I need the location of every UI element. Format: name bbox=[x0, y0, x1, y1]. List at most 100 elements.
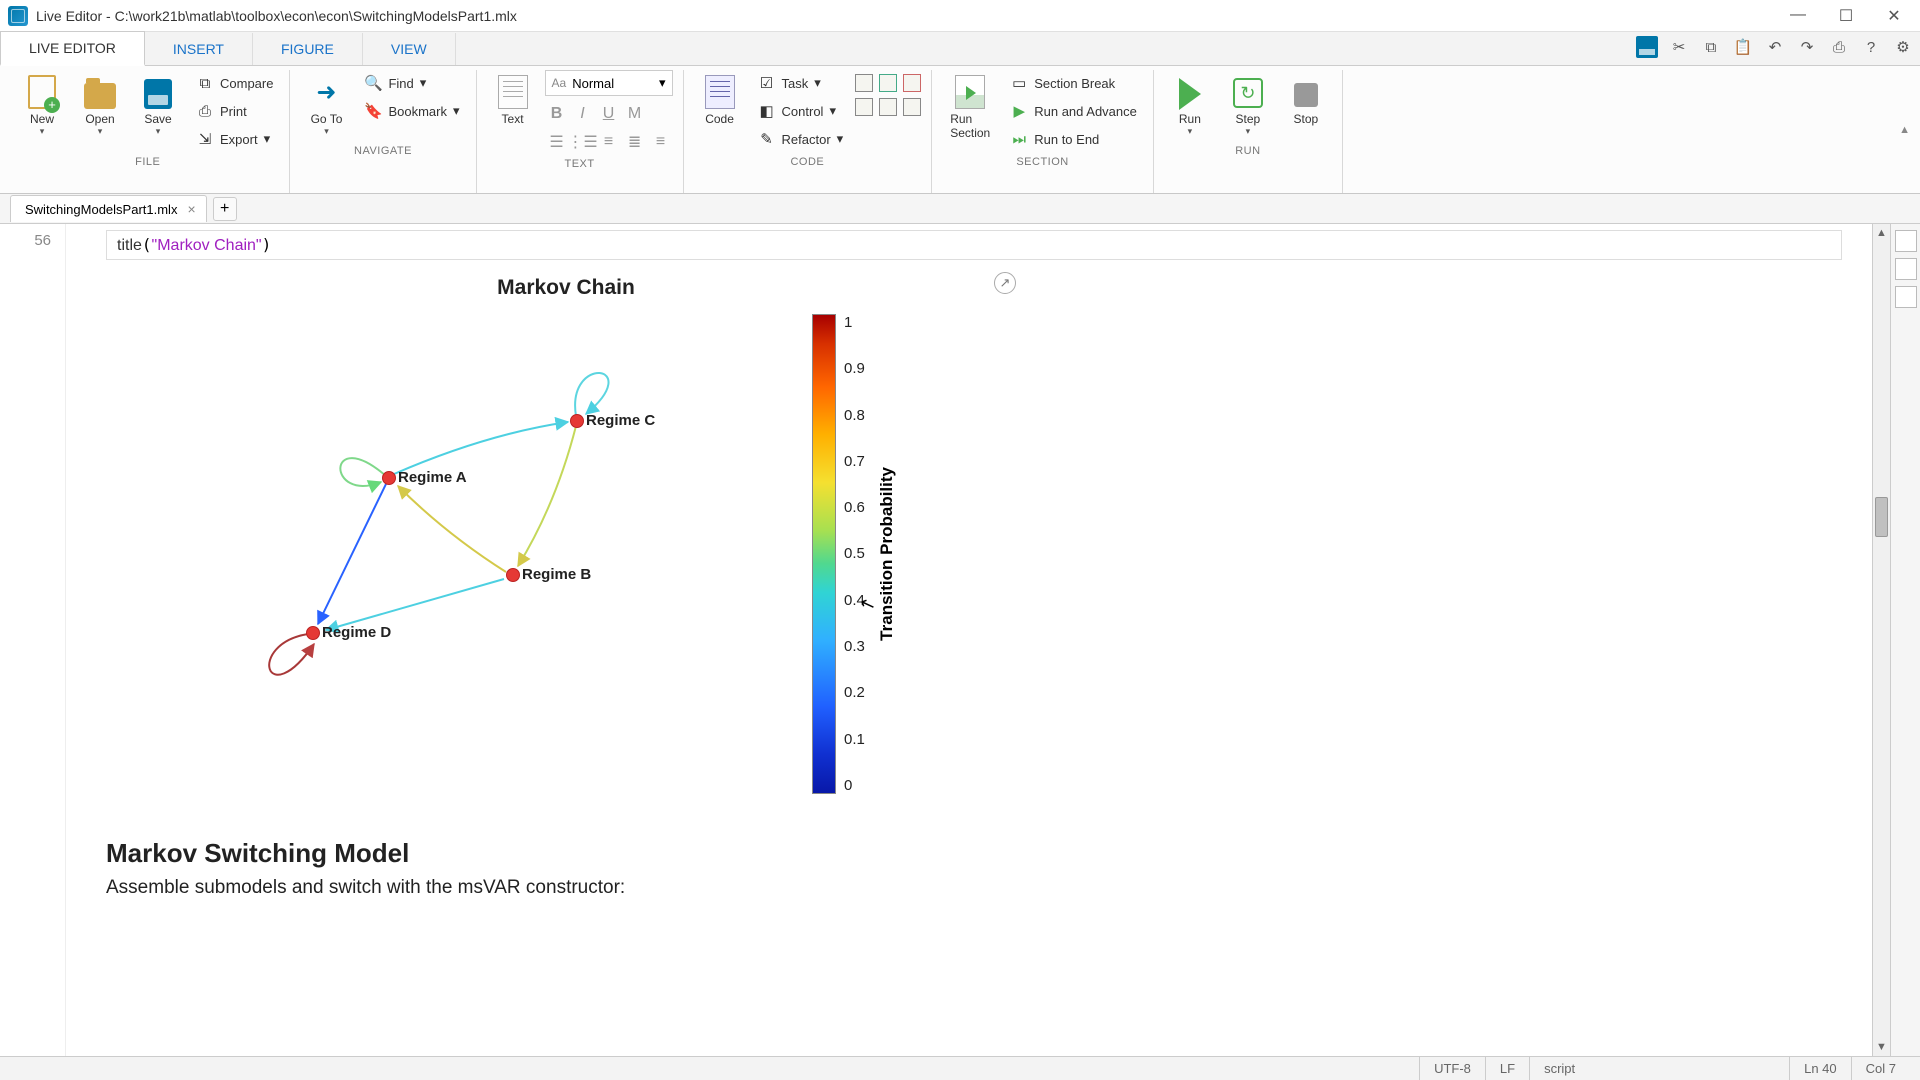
code-tool-4[interactable] bbox=[855, 98, 873, 116]
node-regime-a: Regime A bbox=[382, 469, 467, 486]
run-to-end-button[interactable]: ⏭Run to End bbox=[1004, 126, 1143, 152]
code-cell[interactable]: title("Markov Chain") bbox=[106, 230, 1842, 260]
align-left-button[interactable]: ≡ bbox=[597, 130, 621, 154]
align-center-button[interactable]: ≣ bbox=[623, 130, 647, 154]
section-break-button[interactable]: ▭Section Break bbox=[1004, 70, 1143, 96]
status-bar: UTF-8 LF script Ln 40 Col 7 bbox=[0, 1056, 1920, 1080]
refactor-button[interactable]: ✎Refactor ▾ bbox=[752, 126, 850, 152]
status-encoding[interactable]: UTF-8 bbox=[1419, 1057, 1485, 1080]
goto-button[interactable]: ➜Go To▾ bbox=[300, 70, 352, 141]
list-ol-button[interactable]: ⋮☰ bbox=[571, 130, 595, 154]
window-title: Live Editor - C:\work21b\matlab\toolbox\… bbox=[36, 8, 517, 24]
group-label-code: CODE bbox=[694, 152, 922, 170]
status-filetype[interactable]: script bbox=[1529, 1057, 1789, 1080]
titlebar: Live Editor - C:\work21b\matlab\toolbox\… bbox=[0, 0, 1920, 32]
bookmark-button[interactable]: 🔖Bookmark ▾ bbox=[358, 98, 465, 124]
step-button[interactable]: Step▾ bbox=[1222, 70, 1274, 141]
output-hide-button[interactable] bbox=[1895, 286, 1917, 308]
app-icon bbox=[8, 6, 28, 26]
ribbon-group-text: Text AaNormal▾ B I U M ☰ ⋮☰ ≡ ≣ ≡ TEXT bbox=[477, 70, 684, 193]
right-panel-strip bbox=[1890, 224, 1920, 1056]
code-func: title bbox=[117, 237, 142, 254]
colorbar-gradient bbox=[812, 314, 836, 794]
editor-content[interactable]: title("Markov Chain") ↗ Markov Chain bbox=[66, 224, 1872, 1056]
file-tab-name: SwitchingModelsPart1.mlx bbox=[25, 202, 177, 217]
code-button[interactable]: Code bbox=[694, 70, 746, 130]
run-section-button[interactable]: Run Section bbox=[942, 70, 998, 144]
code-string: "Markov Chain" bbox=[152, 237, 262, 254]
run-advance-button[interactable]: ▶Run and Advance bbox=[1004, 98, 1143, 124]
qat-redo-button[interactable]: ↷ bbox=[1796, 36, 1818, 58]
graph-canvas: Regime A Regime B Regime C Regime D bbox=[136, 304, 786, 784]
scroll-up-button[interactable]: ▲ bbox=[1873, 224, 1890, 242]
line-gutter: 56 bbox=[0, 224, 66, 1056]
file-tab-active[interactable]: SwitchingModelsPart1.mlx × bbox=[10, 195, 207, 222]
tab-live-editor[interactable]: LIVE EDITOR bbox=[0, 31, 145, 66]
print-button[interactable]: ⎙Print bbox=[190, 98, 279, 124]
close-button[interactable]: ✕ bbox=[1884, 6, 1904, 26]
list-ul-button[interactable]: ☰ bbox=[545, 130, 569, 154]
tab-view[interactable]: VIEW bbox=[363, 33, 456, 65]
code-tool-1[interactable] bbox=[855, 74, 873, 92]
maximize-button[interactable]: ☐ bbox=[1836, 6, 1856, 26]
qat-settings-button[interactable]: ⚙ bbox=[1892, 36, 1914, 58]
popout-figure-button[interactable]: ↗ bbox=[994, 272, 1016, 294]
underline-button[interactable]: U bbox=[597, 102, 621, 126]
code-tool-3[interactable] bbox=[903, 74, 921, 92]
compare-button[interactable]: ⧉Compare bbox=[190, 70, 279, 96]
new-file-tab-button[interactable]: + bbox=[213, 197, 237, 221]
colorbar-label: Transition Probability bbox=[873, 467, 901, 641]
node-regime-b: Regime B bbox=[506, 566, 591, 583]
tab-insert[interactable]: INSERT bbox=[145, 33, 253, 65]
group-label-navigate: NAVIGATE bbox=[300, 141, 465, 159]
ribbon-tabs: LIVE EDITOR INSERT FIGURE VIEW ✂ ⧉ 📋 ↶ ↷… bbox=[0, 32, 1920, 66]
code-tool-2[interactable] bbox=[879, 74, 897, 92]
group-label-run: RUN bbox=[1164, 141, 1332, 159]
qat-cut-button[interactable]: ✂ bbox=[1668, 36, 1690, 58]
new-button[interactable]: New▾ bbox=[16, 70, 68, 141]
qat-save-button[interactable] bbox=[1636, 36, 1658, 58]
scroll-thumb[interactable] bbox=[1875, 497, 1888, 537]
align-right-button[interactable]: ≡ bbox=[649, 130, 673, 154]
output-right-button[interactable] bbox=[1895, 258, 1917, 280]
save-button[interactable]: Save▾ bbox=[132, 70, 184, 141]
editor-area: 56 title("Markov Chain") ↗ Markov Chain bbox=[0, 224, 1920, 1056]
find-button[interactable]: 🔍Find ▾ bbox=[358, 70, 465, 96]
ribbon-collapse-button[interactable]: ▲ bbox=[1899, 124, 1910, 136]
ribbon-group-code: Code ☑Task ▾ ◧Control ▾ ✎Refactor ▾ C bbox=[684, 70, 933, 193]
mono-button[interactable]: M bbox=[623, 102, 647, 126]
tab-figure[interactable]: FIGURE bbox=[253, 33, 363, 65]
run-button[interactable]: Run▾ bbox=[1164, 70, 1216, 141]
minimize-button[interactable]: — bbox=[1788, 6, 1808, 26]
section-heading[interactable]: Markov Switching Model bbox=[106, 838, 1842, 869]
bold-button[interactable]: B bbox=[545, 102, 569, 126]
code-tool-6[interactable] bbox=[903, 98, 921, 116]
vertical-scrollbar[interactable]: ▲ ▼ bbox=[1872, 224, 1890, 1056]
qat-undo-button[interactable]: ↶ bbox=[1764, 36, 1786, 58]
task-button[interactable]: ☑Task ▾ bbox=[752, 70, 850, 96]
node-regime-d: Regime D bbox=[306, 624, 391, 641]
qat-paste-button[interactable]: 📋 bbox=[1732, 36, 1754, 58]
ribbon-group-file: New▾ Open▾ Save▾ ⧉Compare ⎙Print ⇲Export… bbox=[6, 70, 290, 193]
text-button[interactable]: Text bbox=[487, 70, 539, 130]
italic-button[interactable]: I bbox=[571, 102, 595, 126]
text-style-combo[interactable]: AaNormal▾ bbox=[545, 70, 673, 96]
status-line[interactable]: Ln 40 bbox=[1789, 1057, 1851, 1080]
output-inline-button[interactable] bbox=[1895, 230, 1917, 252]
open-button[interactable]: Open▾ bbox=[74, 70, 126, 141]
stop-button[interactable]: Stop bbox=[1280, 70, 1332, 130]
export-button[interactable]: ⇲Export ▾ bbox=[190, 126, 279, 152]
qat-print-button[interactable]: ⎙ bbox=[1828, 36, 1850, 58]
control-button[interactable]: ◧Control ▾ bbox=[752, 98, 850, 124]
qat-copy-button[interactable]: ⧉ bbox=[1700, 36, 1722, 58]
status-col[interactable]: Col 7 bbox=[1851, 1057, 1910, 1080]
section-body[interactable]: Assemble submodels and switch with the m… bbox=[106, 877, 1842, 899]
colorbar: 1 0.9 0.8 0.7 0.6 0.5 0.4 0.3 0.2 0.1 0 … bbox=[812, 304, 901, 794]
code-tool-5[interactable] bbox=[879, 98, 897, 116]
file-tab-close-button[interactable]: × bbox=[187, 201, 195, 217]
group-label-file: FILE bbox=[16, 152, 279, 170]
qat-help-button[interactable]: ? bbox=[1860, 36, 1882, 58]
status-eol[interactable]: LF bbox=[1485, 1057, 1529, 1080]
chart-title: Markov Chain bbox=[106, 268, 1026, 304]
scroll-down-button[interactable]: ▼ bbox=[1873, 1038, 1890, 1056]
